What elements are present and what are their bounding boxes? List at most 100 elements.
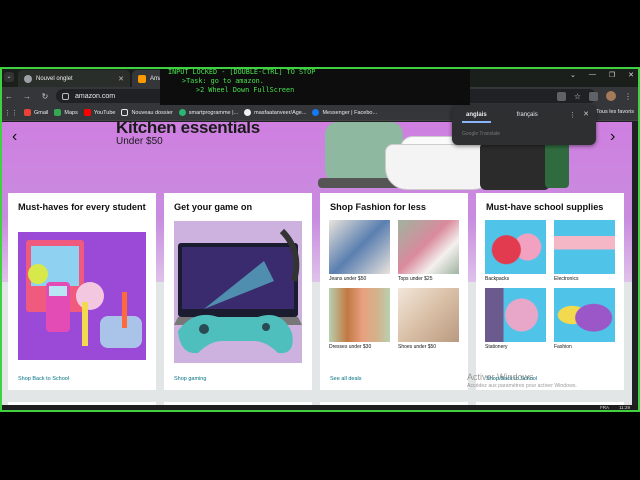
- shoes-image: [398, 288, 459, 342]
- translate-powered-by: Google Translate: [462, 131, 501, 137]
- bookmark-gmail[interactable]: Gmail: [24, 109, 48, 116]
- system-tray: FRA 11:29: [600, 405, 630, 410]
- translate-popup: anglais français ⋮ ✕ Google Translate: [452, 105, 596, 145]
- item-label: Fashion: [554, 344, 572, 350]
- card-title: Must-haves for every student: [18, 202, 146, 212]
- gaming-image[interactable]: [174, 221, 302, 363]
- watermark-title: Activer Windows: [467, 372, 534, 382]
- close-window-icon[interactable]: ✕: [628, 71, 634, 79]
- menu-icon[interactable]: ⋮: [624, 92, 632, 101]
- blender-image: [545, 142, 569, 188]
- stationery-image: [485, 288, 546, 342]
- close-icon[interactable]: ✕: [118, 75, 124, 83]
- chrome-icon: [24, 74, 32, 83]
- github-icon: [244, 109, 252, 116]
- carousel-next-icon[interactable]: ›: [610, 128, 615, 146]
- back-icon[interactable]: ←: [0, 92, 18, 101]
- bookmark-label: masfaatanveer/Age...: [254, 109, 307, 116]
- shop-gaming-link[interactable]: Shop gaming: [174, 376, 206, 382]
- translate-icon[interactable]: [556, 91, 566, 101]
- card-title: Must-have school supplies: [486, 202, 604, 212]
- gaming-art: [174, 221, 302, 363]
- school-supplies-grid: Backpacks Electronics Stationery Fashion: [485, 220, 615, 350]
- card-title: Get your game on: [174, 202, 253, 212]
- item-label: Dresses under $30: [329, 344, 372, 350]
- electronics-image: [554, 220, 615, 274]
- site-info-icon[interactable]: [62, 92, 69, 100]
- amazon-icon: [138, 74, 146, 83]
- card-school-supplies[interactable]: Must-have school supplies Backpacks Elec…: [476, 193, 624, 390]
- card-title: Shop Fashion for less: [330, 202, 426, 212]
- card-student[interactable]: Must-haves for every student Shop Back t…: [8, 193, 156, 390]
- translate-tab-english[interactable]: anglais: [462, 107, 491, 123]
- supply-item-stationery[interactable]: Stationery: [485, 288, 546, 350]
- extensions-icon[interactable]: [589, 91, 598, 101]
- shop-back-to-school-link[interactable]: Shop Back to School: [18, 376, 69, 382]
- overlay-line-2: >Task: go to amazon.: [182, 77, 264, 85]
- hero-subtitle: Under $50: [116, 136, 163, 147]
- card-gaming[interactable]: Get your game on Shop gaming: [164, 193, 312, 390]
- folder-icon: [121, 109, 129, 116]
- carousel-prev-icon[interactable]: ‹: [12, 128, 17, 146]
- fashion-item-dresses[interactable]: Dresses under $30: [329, 288, 390, 350]
- dresses-image: [329, 288, 390, 342]
- maps-icon: [54, 109, 62, 116]
- tab-label: Nouvel onglet: [36, 75, 73, 82]
- bookmark-label: Gmail: [34, 109, 49, 116]
- supply-item-electronics[interactable]: Electronics: [554, 220, 615, 282]
- bookmark-github[interactable]: masfaatanveer/Age...: [244, 109, 306, 116]
- bookmark-label: YouTube: [93, 109, 116, 116]
- fashion-item-jeans[interactable]: Jeans under $50: [329, 220, 390, 282]
- overlay-line-1: INPUT LOCKED - [DOUBLE-CTRL] TO STOP: [168, 68, 316, 76]
- supply-item-backpacks[interactable]: Backpacks: [485, 220, 546, 282]
- tab-search-icon[interactable]: ⌄: [4, 72, 14, 82]
- gmail-icon: [24, 109, 31, 116]
- minimize-icon[interactable]: —: [589, 71, 596, 79]
- item-label: Jeans under $50: [329, 276, 367, 282]
- forward-icon[interactable]: →: [18, 92, 36, 101]
- translate-tab-french[interactable]: français: [517, 112, 538, 118]
- bookmark-maps[interactable]: Maps: [54, 109, 78, 116]
- chevron-down-icon[interactable]: ⌄: [570, 71, 576, 79]
- bookmark-folder[interactable]: Nouveau dossier: [121, 109, 173, 116]
- bookmark-label: Nouveau dossier: [131, 109, 173, 116]
- restore-icon[interactable]: ❐: [609, 71, 615, 79]
- window-controls: ⌄ — ❐ ✕: [570, 71, 634, 79]
- bookmark-messenger[interactable]: Messenger | Facebo...: [312, 109, 377, 116]
- language-indicator[interactable]: FRA: [600, 405, 609, 410]
- item-label: Backpacks: [485, 276, 510, 282]
- toolbar-actions: ☆ ⋮: [556, 91, 632, 101]
- windows-activation-watermark: Activer Windows Accédez aux paramètres p…: [467, 372, 637, 389]
- fashion-image: [554, 288, 615, 342]
- youtube-icon: [83, 109, 91, 116]
- item-label: Stationery: [485, 344, 508, 350]
- avatar[interactable]: [606, 91, 616, 101]
- reload-icon[interactable]: ↻: [36, 92, 54, 101]
- student-supplies-image[interactable]: [18, 232, 146, 360]
- fashion-item-tops[interactable]: Tops under $25: [398, 220, 459, 282]
- backpacks-image: [485, 220, 546, 274]
- item-label: Shoes under $50: [398, 344, 437, 350]
- bookmark-youtube[interactable]: YouTube: [83, 109, 116, 116]
- clock[interactable]: 11:29: [619, 405, 630, 410]
- item-label: Tops under $25: [398, 276, 433, 282]
- card-fashion[interactable]: Shop Fashion for less Jeans under $50 To…: [320, 193, 468, 390]
- bookmark-smartprogramme[interactable]: smartprogramme |...: [178, 109, 239, 116]
- supply-item-fashion[interactable]: Fashion: [554, 288, 615, 350]
- fashion-item-shoes[interactable]: Shoes under $50: [398, 288, 459, 350]
- bookmark-label: smartprogramme |...: [188, 109, 239, 116]
- tab-new-tab[interactable]: Nouvel onglet ✕: [18, 70, 130, 87]
- facebook-icon: [312, 109, 320, 116]
- star-icon[interactable]: ☆: [574, 92, 581, 101]
- item-label: Electronics: [554, 276, 579, 282]
- all-bookmarks[interactable]: Tous les favoris: [596, 109, 634, 115]
- see-all-deals-link[interactable]: See all deals: [330, 376, 362, 382]
- close-icon[interactable]: ✕: [583, 110, 589, 118]
- pot-image: [385, 144, 495, 190]
- fashion-grid: Jeans under $50 Tops under $25 Dresses u…: [329, 220, 459, 350]
- bookmark-label: Maps: [64, 109, 78, 116]
- more-options-icon[interactable]: ⋮: [569, 111, 576, 119]
- watermark-subtitle: Accédez aux paramètres pour activer Wind…: [467, 383, 577, 389]
- apps-icon[interactable]: ⋮⋮: [4, 109, 18, 117]
- url-text: amazon.com: [75, 92, 116, 100]
